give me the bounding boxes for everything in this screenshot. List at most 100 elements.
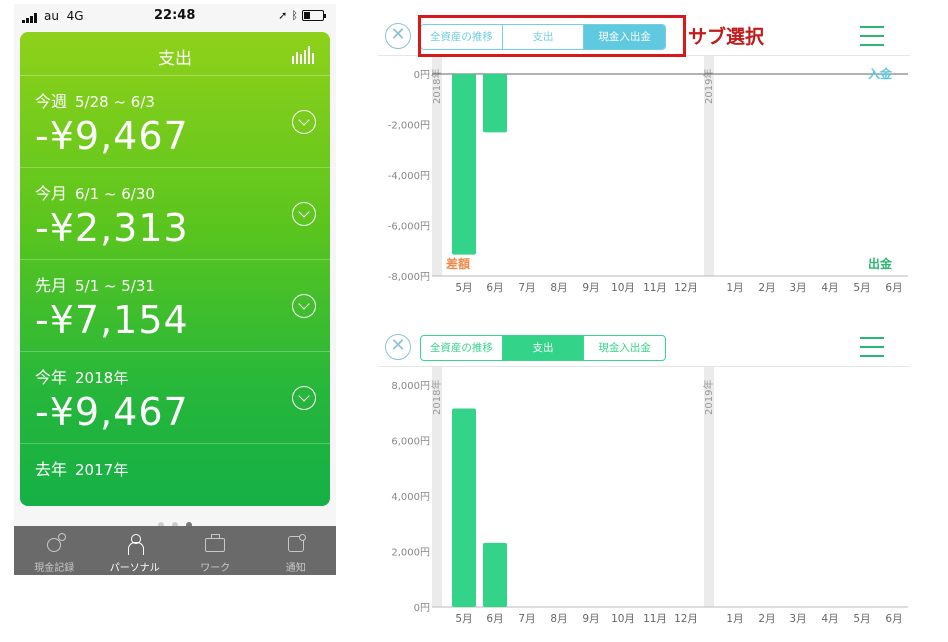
period-range: 6/1 ~ 6/30 (75, 185, 155, 203)
sub-selector: 全資産の推移 支出 現金入出金 (420, 335, 666, 361)
period-label: 今週 (35, 92, 68, 111)
x-tick-label: 6月 (486, 613, 503, 625)
location-icon: ➚ (278, 9, 288, 22)
year-label: 2019年 (702, 380, 715, 415)
panel-toolbar: ✕ 全資産の推移 支出 現金入出金 (378, 325, 910, 367)
close-icon[interactable]: ✕ (385, 23, 411, 49)
chevron-down-icon[interactable] (292, 386, 316, 410)
bar (483, 74, 507, 133)
close-icon[interactable]: ✕ (385, 334, 411, 360)
record-icon (47, 533, 67, 552)
x-tick-label: 2月 (758, 282, 775, 294)
x-tick-label: 1月 (726, 613, 743, 625)
x-tick-label: 9月 (582, 613, 599, 625)
y-tick-label: -8,000円 (388, 272, 430, 283)
x-tick-label: 5月 (853, 282, 870, 294)
legend-in: 入金 (868, 66, 893, 81)
expense-card: 支出 今週 5/28 ~ 6/3 -¥9,467 今月 6/1 ~ 6/30 -¥2… (20, 32, 330, 506)
x-tick-label: 3月 (789, 282, 806, 294)
status-bar: au 4G 22:48 ➚ ᛒ (14, 4, 336, 30)
x-tick-label: 12月 (674, 613, 698, 625)
cashflow-panel: ✕ 全資産の推移 支出 現金入出金 2018年 2019年 0円 -2,000円 -4,… (378, 14, 910, 314)
person-icon (127, 534, 144, 555)
menu-icon[interactable] (860, 337, 884, 357)
tab-bar: 現金記録 パーソナル ワーク 通知 (14, 526, 336, 575)
x-tick-label: 12月 (674, 282, 698, 294)
chevron-down-icon[interactable] (292, 110, 316, 134)
bar (483, 542, 507, 607)
year-label: 2018年 (430, 380, 443, 415)
segment-expense[interactable]: 支出 (502, 336, 585, 360)
signal-icon (22, 13, 40, 23)
period-amount: -¥9,467 (35, 390, 189, 434)
annotation-label: サブ選択 (688, 26, 765, 48)
tab-label: ワーク (200, 563, 231, 574)
x-tick-label: 7月 (518, 282, 535, 294)
x-tick-label: 11月 (643, 613, 667, 625)
period-range: 5/1 ~ 5/31 (75, 277, 155, 295)
period-row-month[interactable]: 今月 6/1 ~ 6/30 -¥2,313 (20, 168, 330, 260)
tab-cash-record[interactable]: 現金記録 (14, 526, 95, 575)
period-range: 2018年 (75, 369, 129, 387)
segment-cash-flow[interactable]: 現金入出金 (584, 336, 665, 360)
period-amount: -¥9,467 (35, 114, 189, 158)
bar-chart-icon[interactable] (292, 46, 314, 64)
period-label: 去年 (35, 460, 68, 479)
y-tick-label: 4,000円 (391, 492, 430, 503)
menu-icon[interactable] (860, 26, 884, 46)
bar (452, 74, 476, 255)
tab-label: 現金記録 (34, 563, 75, 574)
expense-chart: 2018年 2019年 8,000円 6,000円 4,000円 2,000円 0円 5月 6月… (391, 367, 908, 625)
x-tick-label: 5月 (455, 613, 472, 625)
expense-panel: ✕ 全資産の推移 支出 現金入出金 2018年 2019年 8,000円 6,000円… (378, 325, 910, 635)
period-range: 2017年 (75, 461, 129, 479)
period-row-last-year[interactable]: 去年 2017年 (20, 444, 330, 504)
x-tick-label: 6月 (885, 613, 902, 625)
period-row-year[interactable]: 今年 2018年 -¥9,467 (20, 352, 330, 444)
x-tick-label: 11月 (643, 282, 667, 294)
y-tick-label: 2,000円 (391, 548, 430, 559)
legend-out: 出金 (868, 256, 893, 271)
period-row-week[interactable]: 今週 5/28 ~ 6/3 -¥9,467 (20, 76, 330, 168)
y-tick-label: -4,000円 (388, 171, 430, 182)
chevron-down-icon[interactable] (292, 202, 316, 226)
x-tick-label: 7月 (518, 613, 535, 625)
x-tick-label: 6月 (885, 282, 902, 294)
tab-label: 通知 (285, 563, 306, 574)
bar (452, 408, 476, 607)
network-type: 4G (66, 9, 84, 23)
x-tick-label: 6月 (486, 282, 503, 294)
x-tick-label: 4月 (821, 282, 838, 294)
y-tick-label: 6,000円 (391, 437, 430, 448)
period-amount: -¥2,313 (35, 206, 189, 250)
chevron-down-icon[interactable] (292, 294, 316, 318)
cashflow-chart: 2018年 2019年0円-2,000円-4,000円-6,000円-8,000円… (388, 56, 908, 294)
bluetooth-icon: ᛒ (291, 9, 298, 22)
notification-icon (287, 534, 306, 552)
segment-total-assets[interactable]: 全資産の推移 (421, 336, 503, 360)
tab-personal[interactable]: パーソナル (95, 526, 176, 575)
x-tick-label: 8月 (550, 282, 567, 294)
battery-icon (302, 10, 326, 21)
period-label: 先月 (35, 276, 68, 295)
y-tick-label: 0円 (414, 70, 430, 81)
annotation-highlight (418, 15, 686, 57)
x-tick-label: 9月 (582, 282, 599, 294)
period-row-last-month[interactable]: 先月 5/1 ~ 5/31 -¥7,154 (20, 260, 330, 352)
x-tick-label: 1月 (726, 282, 743, 294)
y-tick-label: -2,000円 (388, 121, 430, 132)
bag-icon (205, 534, 226, 552)
x-tick-label: 10月 (611, 613, 635, 625)
carrier-name: au (44, 9, 59, 23)
period-range: 5/28 ~ 6/3 (75, 93, 155, 111)
x-tick-label: 8月 (550, 613, 567, 625)
card-title: 支出 (158, 49, 192, 69)
tab-notifications[interactable]: 通知 (256, 526, 337, 575)
x-tick-label: 2月 (758, 613, 775, 625)
tab-work[interactable]: ワーク (175, 526, 256, 575)
y-tick-label: 8,000円 (391, 381, 430, 392)
card-header: 支出 (20, 32, 330, 76)
tab-label: パーソナル (109, 563, 160, 574)
y-tick-label: -6,000円 (388, 222, 430, 233)
x-tick-label: 4月 (821, 613, 838, 625)
